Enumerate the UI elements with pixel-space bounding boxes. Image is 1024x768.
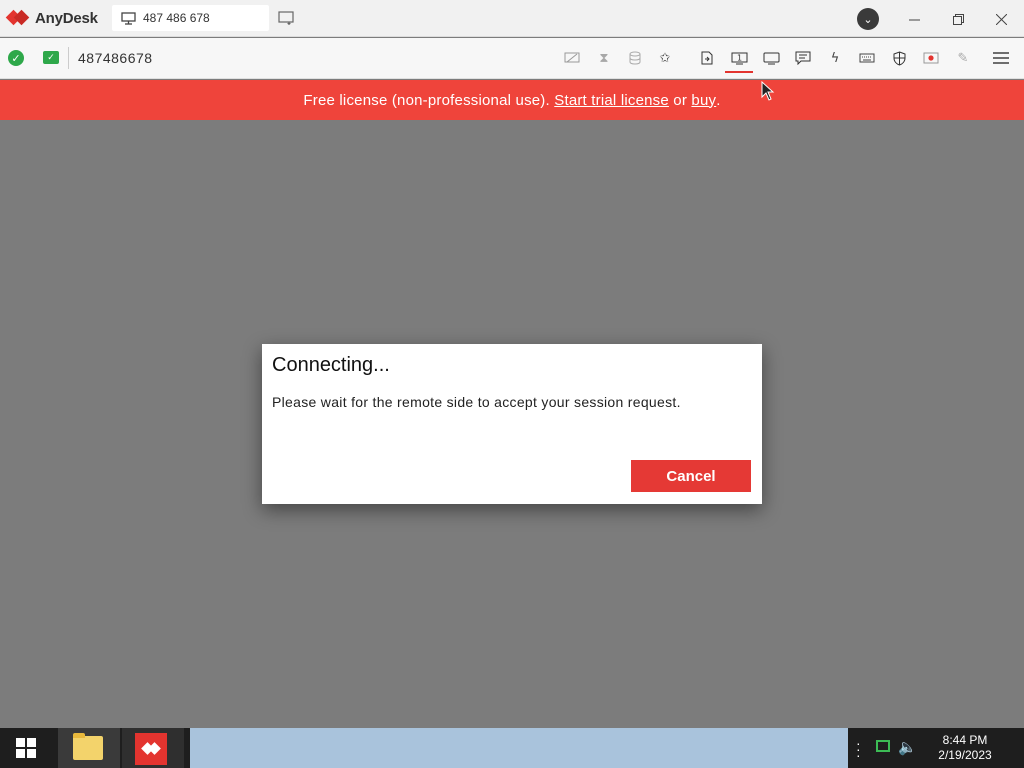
minimize-button[interactable] — [903, 8, 925, 30]
banner-suffix: . — [716, 91, 721, 109]
remote-id: 487486678 — [78, 50, 153, 66]
svg-text:1: 1 — [736, 53, 741, 62]
close-button[interactable] — [990, 8, 1012, 30]
cancel-button[interactable]: Cancel — [631, 460, 751, 492]
restore-button[interactable] — [947, 8, 969, 30]
record-icon[interactable] — [922, 49, 940, 67]
app-logo: AnyDesk — [5, 9, 98, 27]
anydesk-window: AnyDesk 487 486 678 ⌄ ✓ ✓ 487486678 ⧗ ✩ … — [0, 0, 1024, 728]
restore-icon — [952, 13, 964, 25]
file-explorer-button[interactable] — [58, 728, 120, 768]
network-icon[interactable] — [876, 740, 890, 752]
title-bar: AnyDesk 487 486 678 ⌄ — [0, 0, 1024, 37]
banner-text: Free license (non-professional use). — [303, 91, 550, 109]
new-tab-icon[interactable] — [278, 11, 294, 25]
folder-icon — [73, 733, 103, 760]
chat-icon[interactable] — [794, 49, 812, 67]
database-icon[interactable] — [626, 49, 644, 67]
anydesk-app-icon — [135, 733, 167, 765]
session-tab[interactable]: 487 486 678 — [112, 5, 269, 31]
buy-link[interactable]: buy — [691, 92, 716, 109]
dialog-message: Please wait for the remote side to accep… — [272, 394, 681, 410]
license-banner: Free license (non-professional use). Sta… — [0, 80, 1024, 120]
privacy-mode-icon[interactable] — [563, 49, 581, 67]
banner-or-text: or — [668, 91, 692, 109]
system-clock[interactable]: 8:44 PM 2/19/2023 — [928, 733, 1002, 763]
lightning-icon[interactable]: ϟ — [826, 49, 844, 67]
remote-screen-icon[interactable]: ✓ — [43, 51, 59, 64]
download-icon[interactable]: ⌄ — [857, 8, 879, 30]
connecting-dialog: Connecting... Please wait for the remote… — [262, 344, 762, 504]
start-trial-link[interactable]: Start trial license — [554, 92, 669, 109]
file-transfer-icon[interactable] — [698, 49, 716, 67]
shield-icon[interactable] — [890, 49, 908, 67]
taskbar-empty-area — [190, 728, 848, 768]
session-toolbar: ✓ ✓ 487486678 ⧗ ✩ 1 ϟ ✎ — [0, 38, 1024, 79]
anydesk-logo-icon — [5, 9, 30, 27]
app-name: AnyDesk — [35, 9, 98, 27]
close-icon — [995, 13, 1007, 25]
clock-date: 2/19/2023 — [938, 748, 992, 762]
active-indicator — [725, 71, 753, 73]
monitor-icon — [121, 11, 136, 25]
monitor-one-icon[interactable]: 1 — [730, 49, 748, 67]
divider — [68, 47, 69, 69]
star-icon[interactable]: ✩ — [656, 49, 674, 67]
draw-pen-icon[interactable]: ✎ — [954, 49, 972, 67]
display-icon[interactable] — [762, 49, 780, 67]
menu-icon[interactable] — [992, 49, 1010, 67]
minimize-icon — [908, 19, 920, 20]
connection-ok-icon: ✓ — [8, 50, 24, 66]
keyboard-icon[interactable] — [858, 49, 876, 67]
windows-start-icon[interactable] — [16, 738, 36, 758]
dialog-title: Connecting... — [272, 354, 390, 376]
mouse-cursor-icon — [761, 81, 775, 101]
tray-overflow-icon[interactable]: · · · — [856, 736, 861, 762]
tab-label: 487 486 678 — [143, 11, 210, 25]
clock-time: 8:44 PM — [942, 733, 988, 747]
volume-icon[interactable]: 🔈 — [898, 738, 917, 756]
hourglass-icon[interactable]: ⧗ — [595, 49, 613, 67]
